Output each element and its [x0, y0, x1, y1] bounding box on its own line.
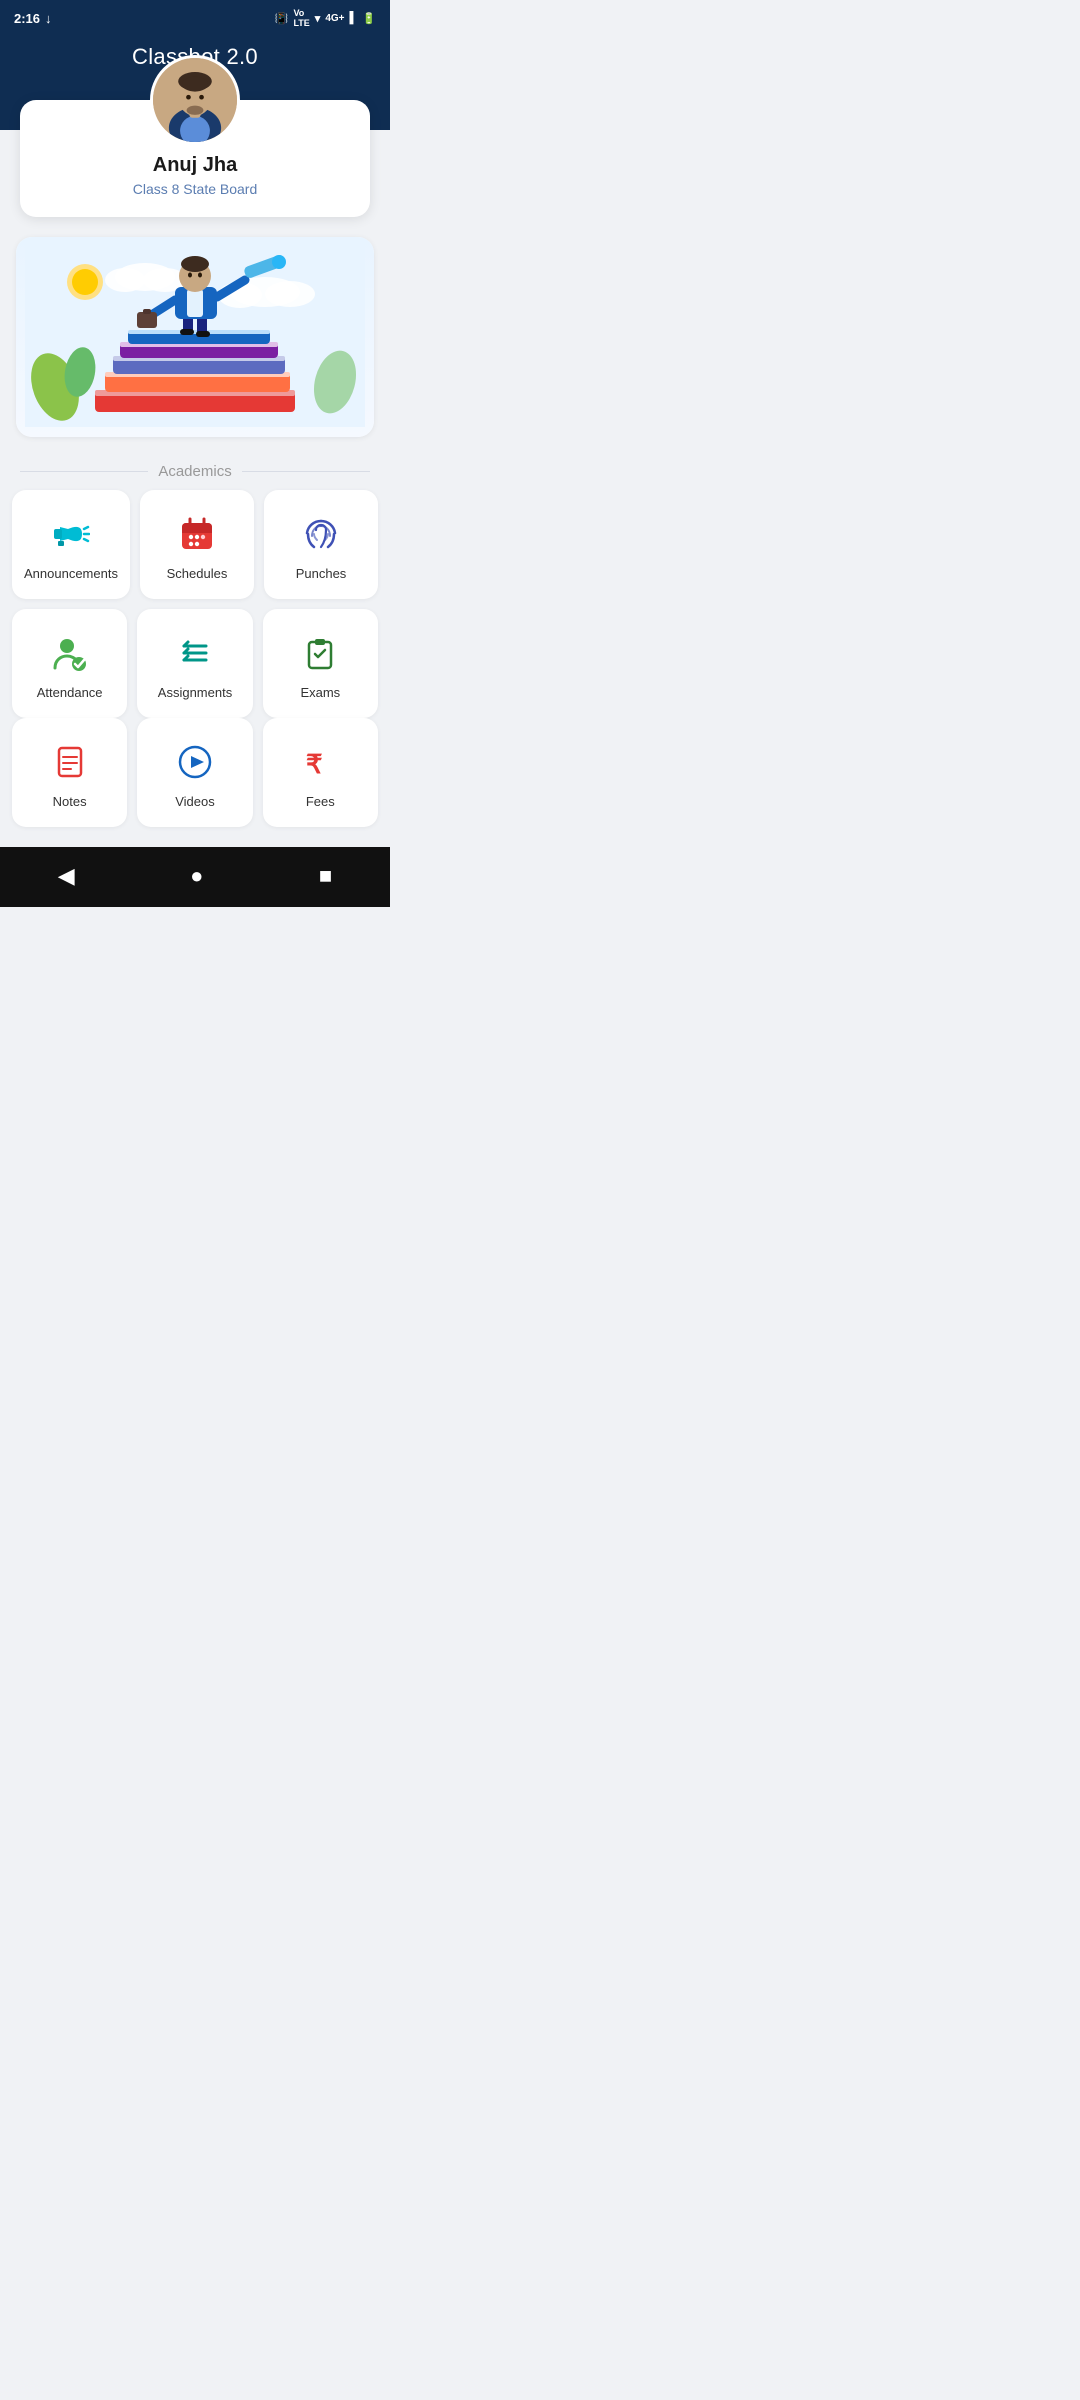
announcements-label: Announcements	[24, 566, 118, 581]
nav-bar: ◀ ● ■	[0, 847, 390, 907]
attendance-icon	[48, 631, 92, 675]
attendance-label: Attendance	[37, 685, 103, 700]
status-bar: 2:16 ↓ 📳 VoLTE ▾ 4G+ ▌ 🔋	[0, 0, 390, 34]
fees-label: Fees	[306, 794, 335, 809]
attendance-item[interactable]: Attendance	[12, 609, 127, 718]
profile-section: Anuj Jha Class 8 State Board	[0, 100, 390, 217]
exams-label: Exams	[300, 685, 340, 700]
battery-icon: 🔋	[362, 12, 376, 25]
grid-row-2: Attendance Assignments	[12, 609, 378, 718]
wifi-icon: ▾	[315, 12, 321, 25]
time: 2:16	[14, 11, 40, 26]
grid-row-1: Announcements Schedul	[12, 490, 378, 599]
announcements-icon	[49, 512, 93, 556]
videos-label: Videos	[175, 794, 215, 809]
profile-name: Anuj Jha	[40, 154, 350, 177]
divider-left	[20, 471, 148, 472]
section-label: Academics	[158, 463, 231, 480]
notes-icon	[48, 740, 92, 784]
network-icon: 4G+	[325, 13, 344, 24]
signal-icon: ▌	[350, 12, 358, 24]
exams-icon	[298, 631, 342, 675]
punches-item[interactable]: Punches	[264, 490, 378, 599]
fees-icon: ₹	[298, 740, 342, 784]
divider-right	[242, 471, 370, 472]
download-icon: ↓	[45, 11, 52, 26]
fees-item[interactable]: ₹ Fees	[263, 718, 378, 827]
academics-grid: Announcements Schedul	[0, 490, 390, 718]
notes-label: Notes	[53, 794, 87, 809]
avatar-wrapper	[150, 55, 240, 145]
status-left: 2:16 ↓	[14, 11, 52, 26]
volte-icon: VoLTE	[293, 8, 309, 28]
profile-card: Anuj Jha Class 8 State Board	[20, 100, 370, 217]
svg-text:₹: ₹	[306, 749, 323, 779]
assignments-icon	[173, 631, 217, 675]
notes-item[interactable]: Notes	[12, 718, 127, 827]
vibrate-icon: 📳	[275, 12, 289, 25]
grid-bottom-row: Notes Videos ₹ Fees	[0, 718, 390, 847]
schedules-label: Schedules	[167, 566, 228, 581]
punches-label: Punches	[296, 566, 347, 581]
banner-illustration	[16, 237, 374, 437]
assignments-label: Assignments	[158, 685, 232, 700]
schedules-item[interactable]: Schedules	[140, 490, 254, 599]
exams-item[interactable]: Exams	[263, 609, 378, 718]
avatar	[150, 55, 240, 145]
back-button[interactable]: ◀	[38, 859, 95, 893]
videos-item[interactable]: Videos	[137, 718, 252, 827]
announcements-item[interactable]: Announcements	[12, 490, 130, 599]
home-button[interactable]: ●	[170, 859, 223, 893]
banner-section	[0, 217, 390, 445]
status-right: 📳 VoLTE ▾ 4G+ ▌ 🔋	[275, 8, 376, 28]
punches-icon	[299, 512, 343, 556]
section-label-row: Academics	[0, 445, 390, 490]
profile-class: Class 8 State Board	[40, 181, 350, 197]
videos-icon	[173, 740, 217, 784]
recent-button[interactable]: ■	[299, 859, 352, 893]
schedules-icon	[175, 512, 219, 556]
banner-card	[16, 237, 374, 437]
assignments-item[interactable]: Assignments	[137, 609, 252, 718]
